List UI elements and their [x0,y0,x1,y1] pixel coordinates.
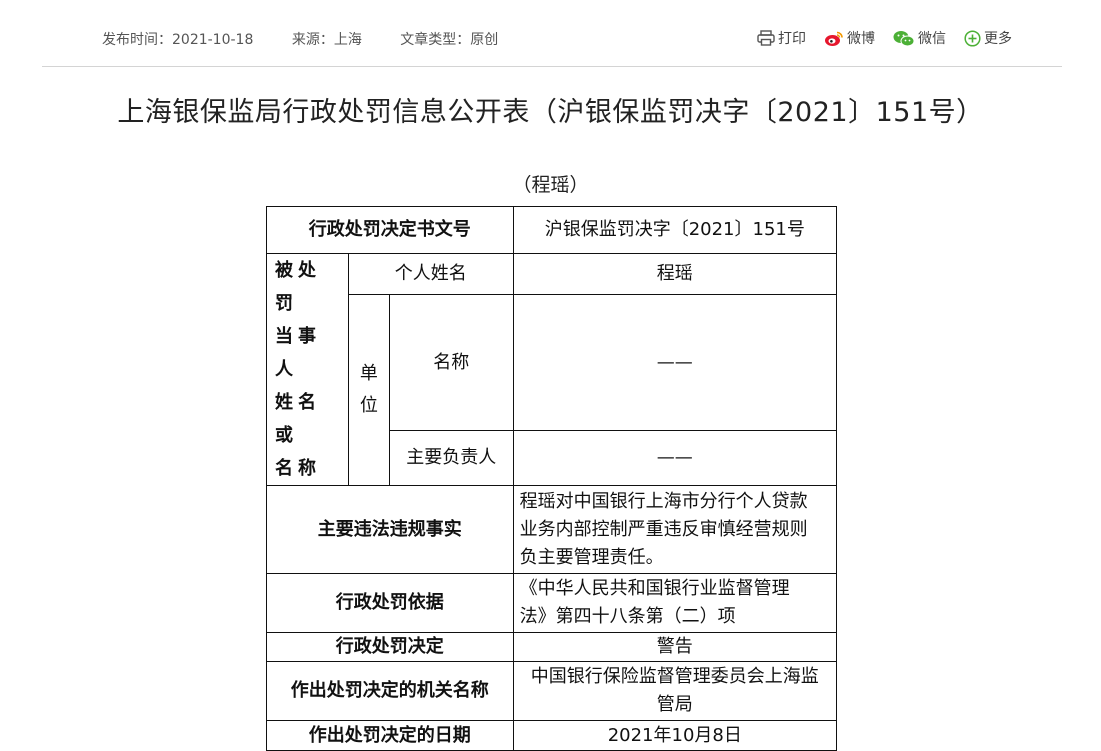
page-title: 上海银保监局行政处罚信息公开表（沪银保监罚决字〔2021〕151号） [117,97,984,128]
table-row: 行政处罚依据 《中华人民共和国银行业监督管理 法》第四十八条第（二）项 [266,573,838,633]
unit-name-label: 名称 [388,294,514,431]
wechat-icon [893,30,915,46]
basis-line: 法》第四十八条第（二）项 [519,606,736,627]
article-type: 文章类型：原创 [400,32,499,48]
party-label-line: 当事人 [275,326,321,380]
table-row: 单 位 名称 —— [267,294,838,486]
table-row: 行政处罚决定 警告 [266,632,838,662]
person-name-label: 个人姓名 [347,253,514,295]
weibo-icon [825,31,843,46]
table-row: 作出处罚决定的日期 2021年10月8日 [266,720,838,751]
unit-name-value: —— [512,294,838,431]
wechat-label: 微信 [918,31,946,47]
source: 来源：上海 [291,32,362,48]
print-label: 打印 [778,31,806,47]
decision-label: 行政处罚决定 [266,632,514,662]
party-label-line: 姓名或 [275,392,321,446]
unit-label: 单 位 [347,294,390,486]
authority-value: 中国银行保险监督管理委员会上海监 管局 [512,661,838,721]
doc-number-label: 行政处罚决定书文号 [266,206,514,254]
table-row: 被处罚 当事人 姓名或 名称 个人姓名 程瑶 [266,253,838,486]
penalty-info-table: 行政处罚决定书文号 沪银保监罚决字〔2021〕151号 被处罚 当事人 姓名或 … [266,206,838,751]
article-meta: 发布时间：2021-10-18 来源：上海 文章类型：原创 [102,29,532,49]
plus-circle-icon [964,29,981,47]
basis-line: 《中华人民共和国银行业监督管理 [519,578,790,599]
unit-head-label: 主要负责人 [388,430,514,486]
print-button[interactable]: 打印 [757,28,806,48]
share-toolbar: 打印 微博 微信 更多 [757,28,1012,48]
doc-number-value: 沪银保监罚决字〔2021〕151号 [512,206,838,254]
party-label: 被处罚 当事人 姓名或 名称 [266,253,349,486]
more-share-button[interactable]: 更多 [964,28,1012,48]
basis-label: 行政处罚依据 [266,573,514,633]
publish-time: 发布时间：2021-10-18 [102,32,254,48]
decision-value: 警告 [512,632,838,662]
unit-head-value: —— [512,430,838,486]
article-meta-bar: 发布时间：2021-10-18 来源：上海 文章类型：原创 打印 微博 微信 更… [42,0,1062,67]
decision-date-label: 作出处罚决定的日期 [266,720,514,751]
authority-line: 管局 [656,694,693,715]
party-label-line: 被处罚 [275,260,321,314]
person-name-value: 程瑶 [512,253,838,295]
facts-line: 负主要管理责任。 [519,546,664,568]
basis-value: 《中华人民共和国银行业监督管理 法》第四十八条第（二）项 [512,573,838,633]
authority-line: 中国银行保险监督管理委员会上海监 [530,666,819,687]
decision-date-value: 2021年10月8日 [512,720,838,751]
facts-value: 程瑶对中国银行上海市分行个人贷款 业务内部控制严重违反审慎经营规则 负主要管理责… [512,485,838,574]
party-label-line: 名称 [275,458,321,479]
printer-icon [757,30,775,46]
weibo-share-button[interactable]: 微博 [824,28,875,48]
unit-label-line: 位 [359,395,378,416]
facts-label: 主要违法违规事实 [266,485,514,574]
document-subtitle: （程瑶） [512,174,589,196]
table-row: 行政处罚决定书文号 沪银保监罚决字〔2021〕151号 [266,206,838,254]
unit-label-line: 单 [359,363,378,384]
facts-line: 程瑶对中国银行上海市分行个人贷款 [519,490,808,512]
authority-label: 作出处罚决定的机关名称 [266,661,514,721]
table-row: 作出处罚决定的机关名称 中国银行保险监督管理委员会上海监 管局 [266,661,838,721]
more-label: 更多 [984,31,1012,47]
facts-line: 业务内部控制严重违反审慎经营规则 [519,518,808,540]
weibo-label: 微博 [847,31,875,47]
table-row: 主要违法违规事实 程瑶对中国银行上海市分行个人贷款 业务内部控制严重违反审慎经营… [266,485,838,574]
wechat-share-button[interactable]: 微信 [893,28,946,48]
